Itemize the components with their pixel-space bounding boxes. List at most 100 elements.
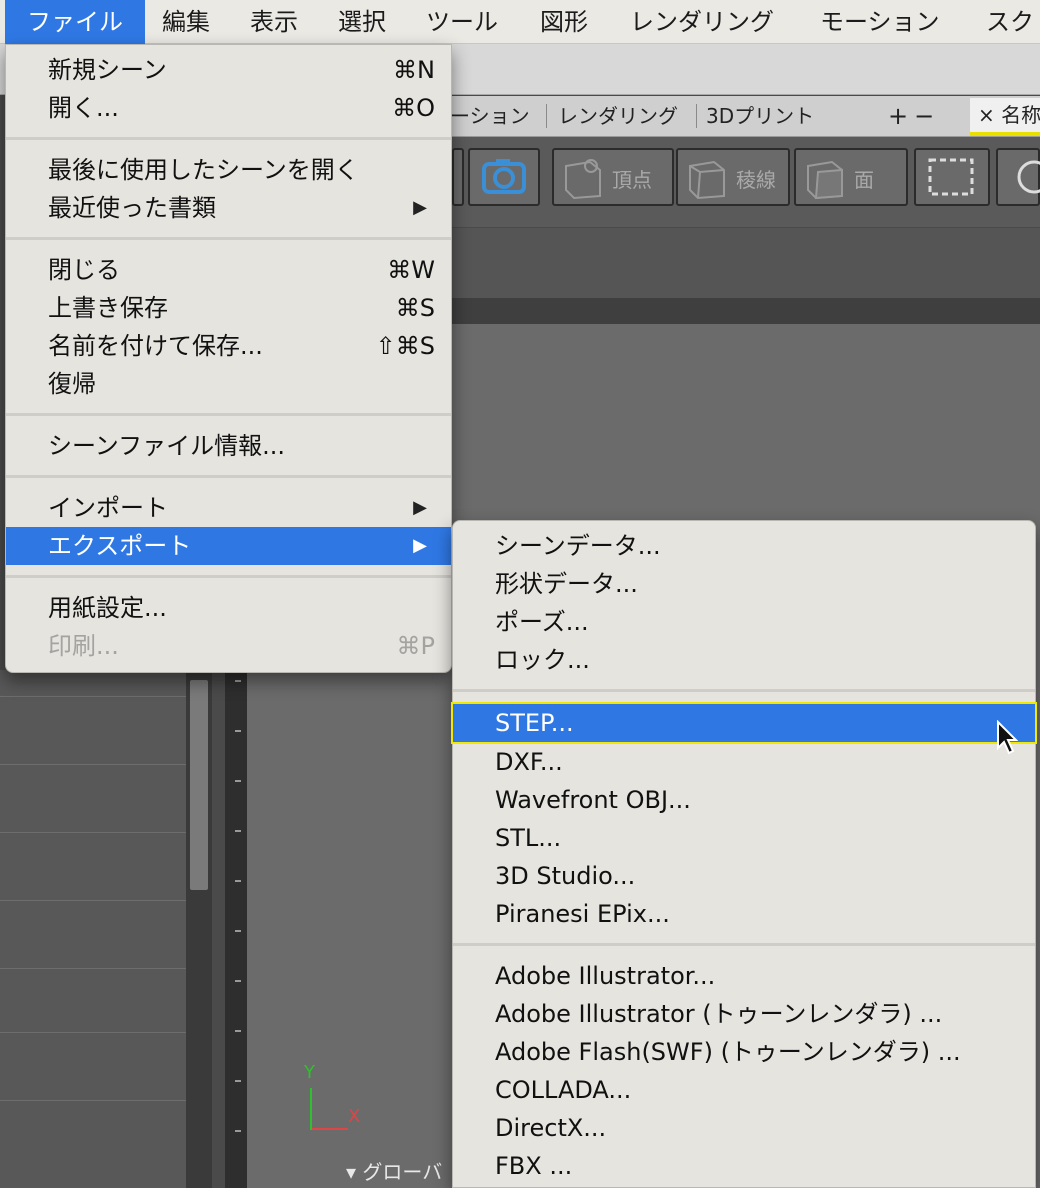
menu-item-label: DirectX...: [495, 1114, 607, 1142]
workspace-tab-bar: ーション レンダリング 3Dプリント +−: [450, 96, 1040, 137]
menu-item-recent-documents[interactable]: 最近使った書類 ▶: [6, 189, 451, 227]
menu-separator: [6, 575, 451, 578]
menu-item-label: 新規シーン: [48, 56, 167, 84]
menu-item-page-setup[interactable]: 用紙設定...: [6, 589, 451, 627]
export-item-adobe-illustrator-toon[interactable]: Adobe Illustrator (トゥーンレンダラ) ...: [453, 995, 1035, 1033]
ruler-tick: [235, 780, 241, 782]
menu-view[interactable]: 表示: [250, 0, 298, 44]
mouse-pointer-icon: [997, 720, 1018, 755]
ruler-tick: [235, 680, 241, 682]
menu-rendering[interactable]: レンダリング: [630, 0, 774, 44]
export-item-directx[interactable]: DirectX...: [453, 1109, 1035, 1147]
menu-item-save-as[interactable]: 名前を付けて保存... ⇧⌘S: [6, 327, 451, 365]
export-item-lock[interactable]: ロック...: [453, 641, 1035, 679]
export-item-3d-studio[interactable]: 3D Studio...: [453, 857, 1035, 895]
export-item-stl[interactable]: STL...: [453, 819, 1035, 857]
menu-item-label: 閉じる: [48, 256, 120, 284]
menu-motion[interactable]: モーション: [820, 0, 940, 44]
face-cube-icon: [807, 160, 843, 200]
menu-item-open[interactable]: 開く... ⌘O: [6, 89, 451, 127]
row-divider: [0, 1032, 186, 1033]
export-item-step[interactable]: STEP...: [451, 702, 1037, 744]
export-item-wavefront-obj[interactable]: Wavefront OBJ...: [453, 781, 1035, 819]
lasso-button[interactable]: [996, 148, 1040, 206]
ruler-tick: [235, 1130, 241, 1132]
menu-item-label: DXF...: [495, 748, 563, 776]
menu-item-open-last-scene[interactable]: 最後に使用したシーンを開く: [6, 151, 451, 189]
export-item-shape-data[interactable]: 形状データ...: [453, 565, 1035, 603]
menu-item-new-scene[interactable]: 新規シーン ⌘N: [6, 51, 451, 89]
tab-rendering[interactable]: レンダリング: [558, 96, 678, 136]
menu-separator: [453, 689, 1035, 692]
menu-item-print: 印刷... ⌘P: [6, 627, 451, 665]
menu-shape[interactable]: 図形: [540, 0, 588, 44]
export-item-adobe-flash-toon[interactable]: Adobe Flash(SWF) (トゥーンレンダラ) ...: [453, 1033, 1035, 1071]
export-item-collada[interactable]: COLLADA...: [453, 1071, 1035, 1109]
menu-item-label: 印刷...: [48, 632, 119, 660]
tab-separator: [696, 104, 697, 128]
menu-item-export[interactable]: エクスポート ▶: [6, 527, 451, 565]
tab-3dprint[interactable]: 3Dプリント: [706, 96, 814, 136]
tab-separator: [546, 104, 547, 128]
tab-motion[interactable]: ーション: [450, 96, 530, 136]
viewport-header: [450, 298, 1040, 324]
tab-add-remove-buttons[interactable]: +−: [888, 96, 940, 136]
menu-item-scene-file-info[interactable]: シーンファイル情報...: [6, 427, 451, 465]
left-browser-panel: [0, 670, 186, 1188]
menu-item-label: エクスポート: [48, 532, 192, 560]
ruler-tick: [235, 1030, 241, 1032]
export-item-adobe-illustrator[interactable]: Adobe Illustrator...: [453, 957, 1035, 995]
export-item-pose[interactable]: ポーズ...: [453, 603, 1035, 641]
menu-item-shortcut: ⇧⌘S: [375, 332, 435, 360]
menu-item-import[interactable]: インポート ▶: [6, 489, 451, 527]
face-mode-button[interactable]: 面: [794, 148, 908, 206]
menu-item-label: 開く...: [48, 94, 119, 122]
axis-x-label: X: [348, 1106, 361, 1127]
coordinate-system-dropdown[interactable]: ▾ グローバ: [346, 1156, 442, 1185]
export-item-scene-data[interactable]: シーンデータ...: [453, 527, 1035, 565]
menu-item-save[interactable]: 上書き保存 ⌘S: [6, 289, 451, 327]
selection-rect-button[interactable]: [914, 148, 990, 206]
menu-tools[interactable]: ツール: [426, 0, 498, 44]
menu-item-label: 復帰: [48, 370, 96, 398]
menu-item-shortcut: ⌘O: [392, 94, 435, 122]
face-label: 面: [854, 168, 874, 192]
menu-item-label: シーンデータ...: [495, 532, 661, 560]
menu-item-label: 最後に使用したシーンを開く: [48, 156, 359, 184]
submenu-arrow-icon: ▶: [413, 535, 427, 556]
menu-item-label: COLLADA...: [495, 1076, 632, 1104]
vertex-mode-button[interactable]: 頂点: [552, 148, 674, 206]
export-item-dxf[interactable]: DXF...: [453, 743, 1035, 781]
edge-cube-icon: [689, 160, 725, 200]
menu-item-label: 最近使った書類: [48, 194, 216, 222]
menu-script[interactable]: スク: [986, 0, 1034, 44]
axis-x-line: [312, 1128, 348, 1130]
menu-item-close[interactable]: 閉じる ⌘W: [6, 251, 451, 289]
camera-button[interactable]: [468, 148, 540, 206]
document-tab[interactable]: × 名称: [970, 98, 1040, 136]
camera-icon: [482, 159, 526, 194]
menu-edit[interactable]: 編集: [162, 0, 210, 44]
menu-item-label: シーンファイル情報...: [48, 432, 285, 460]
left-panel-scroll-thumb[interactable]: [190, 680, 208, 890]
submenu-arrow-icon: ▶: [413, 197, 427, 218]
menu-separator: [453, 943, 1035, 946]
menu-file[interactable]: ファイル: [5, 0, 145, 44]
menu-item-revert[interactable]: 復帰: [6, 365, 451, 403]
selection-rect-icon: [928, 158, 974, 196]
edge-mode-button[interactable]: 稜線: [676, 148, 790, 206]
menu-item-label: ポーズ...: [495, 608, 589, 636]
menu-item-label: ロック...: [495, 646, 590, 674]
export-submenu: シーンデータ... 形状データ... ポーズ... ロック... STEP...…: [451, 520, 1037, 1188]
menu-separator: [6, 237, 451, 240]
ruler-tick: [235, 980, 241, 982]
export-item-piranesi-epix[interactable]: Piranesi EPix...: [453, 895, 1035, 933]
menu-item-label: 名前を付けて保存...: [48, 332, 263, 360]
row-divider: [0, 1100, 186, 1101]
tool-options-panel: [450, 228, 1040, 298]
menu-item-shortcut: ⌘P: [396, 632, 435, 660]
menu-select[interactable]: 選択: [338, 0, 386, 44]
export-item-fbx[interactable]: FBX ...: [453, 1147, 1035, 1185]
toolbar-button-partial[interactable]: [452, 148, 464, 206]
vertex-label: 頂点: [612, 168, 652, 192]
